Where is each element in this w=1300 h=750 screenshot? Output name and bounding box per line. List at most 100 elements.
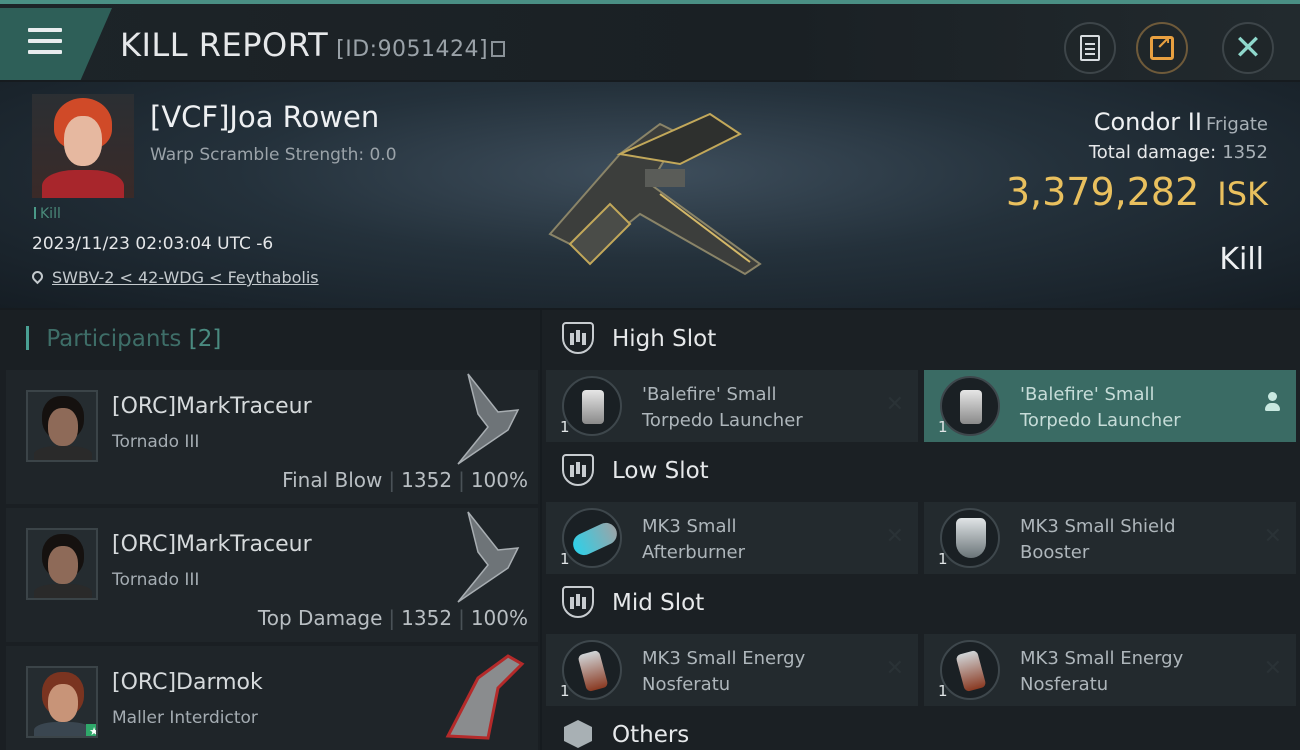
- avatar[interactable]: [26, 390, 98, 462]
- clipboard-button[interactable]: [1064, 22, 1116, 74]
- module-name-line2: Nosferatu: [642, 674, 731, 695]
- low-slot-title: Low Slot: [612, 458, 709, 484]
- module-slot[interactable]: 1 'Balefire' Small Torpedo Launcher ✕: [546, 370, 918, 442]
- module-name: MK3 Small Energy Nosferatu: [642, 646, 882, 698]
- avatar[interactable]: [26, 528, 98, 600]
- page-title: KILL REPORT [ID:9051424]: [120, 26, 506, 64]
- module-name-line1: MK3 Small: [642, 516, 737, 537]
- participants-count: [2]: [188, 326, 222, 352]
- destroyed-icon: ✕: [885, 656, 904, 681]
- module-slot-selected[interactable]: 1 'Balefire' Small Torpedo Launcher: [924, 370, 1296, 442]
- kill-location[interactable]: SWBV-2 < 42-WDG < Feythabolis: [29, 268, 319, 287]
- module-name: 'Balefire' Small Torpedo Launcher: [642, 382, 882, 434]
- clipboard-icon: [1080, 35, 1100, 61]
- module-name-line2: Torpedo Launcher: [642, 410, 803, 431]
- participant-stats: Top Damage | 1352 | 100%: [257, 606, 528, 630]
- share-button[interactable]: [1136, 22, 1188, 74]
- module-slot[interactable]: 1 MK3 Small Energy Nosferatu ✕: [924, 634, 1296, 706]
- victim-name[interactable]: [VCF]Joa Rowen: [150, 100, 379, 134]
- participant-stats: Final Blow | 1352 | 100%: [282, 468, 528, 492]
- module-name-line1: MK3 Small Energy: [642, 648, 806, 669]
- module-slot[interactable]: 1 MK3 Small Afterburner ✕: [546, 502, 918, 574]
- others-title: Others: [612, 722, 690, 748]
- destroyed-icon: ✕: [1263, 656, 1282, 681]
- mid-slot-title: Mid Slot: [612, 590, 705, 616]
- mid-slot-icon: [562, 586, 594, 618]
- kill-report-screen: KILL REPORT [ID:9051424] ✕ [VCF]Joa Rowen…: [0, 0, 1300, 750]
- torpedo-launcher-icon: [940, 376, 1000, 436]
- avatar[interactable]: ★: [26, 666, 98, 738]
- afterburner-icon: [562, 508, 622, 568]
- others-header: Others: [542, 706, 1300, 750]
- torpedo-launcher-icon: [562, 376, 622, 436]
- header-bar: KILL REPORT [ID:9051424] ✕: [0, 0, 1300, 80]
- destroyed-icon: ✕: [1263, 524, 1282, 549]
- location-pin-icon: [29, 268, 46, 285]
- nosferatu-icon: [562, 640, 622, 700]
- kill-datetime: 2023/11/23 02:03:04 UTC -6: [32, 234, 274, 254]
- person-icon: [1264, 392, 1280, 414]
- victim-portrait[interactable]: [32, 94, 134, 198]
- total-damage: Total damage: 1352: [1089, 142, 1268, 163]
- isk-unit: ISK: [1217, 175, 1268, 213]
- participant-ship: Maller Interdictor: [112, 708, 258, 728]
- module-quantity: 1: [938, 682, 948, 700]
- participants-header: Participants [2]: [26, 326, 221, 352]
- destroyed-icon: ✕: [885, 524, 904, 549]
- module-name-line2: Nosferatu: [1020, 674, 1109, 695]
- participant-percent: 100%: [470, 606, 528, 630]
- module-name: MK3 Small Afterburner: [642, 514, 882, 566]
- warp-scramble-strength: Warp Scramble Strength: 0.0: [150, 145, 397, 165]
- participant-ship-image: [457, 373, 520, 465]
- high-slot-title: High Slot: [612, 326, 717, 352]
- participant-percent: 100%: [470, 468, 528, 492]
- participant-name[interactable]: [ORC]MarkTraceur: [112, 532, 312, 557]
- total-damage-label: Total damage:: [1088, 142, 1217, 163]
- isk-value: 3,379,282 ISK: [1006, 170, 1268, 214]
- copy-icon[interactable]: [491, 41, 506, 57]
- module-name-line2: Torpedo Launcher: [1020, 410, 1181, 431]
- participant-damage: 1352: [401, 606, 453, 630]
- module-name-line2: Booster: [1020, 542, 1090, 563]
- fittings-panel: High Slot 1 'Balefire' Small Torpedo Laun…: [542, 310, 1300, 750]
- participant-row[interactable]: ★ [ORC]Darmok Maller Interdictor: [6, 646, 538, 750]
- module-name-line2: Afterburner: [642, 542, 746, 563]
- participant-name[interactable]: [ORC]Darmok: [112, 670, 263, 695]
- victim-ship-image: [548, 112, 762, 276]
- module-name-line1: MK3 Small Energy: [1020, 648, 1184, 669]
- module-name: MK3 Small Shield Booster: [1020, 514, 1260, 566]
- victim-ship-class: Frigate: [1205, 114, 1268, 135]
- location-text[interactable]: SWBV-2 < 42-WDG < Feythabolis: [52, 268, 319, 287]
- participant-role: Top Damage: [257, 606, 383, 630]
- close-button[interactable]: ✕: [1222, 22, 1274, 74]
- mid-slot-header: Mid Slot: [542, 574, 1300, 634]
- menu-button[interactable]: [0, 8, 112, 80]
- participant-row[interactable]: [ORC]MarkTraceur Tornado III Top Damage |…: [6, 508, 538, 642]
- hamburger-icon: [28, 28, 62, 61]
- module-name-line1: 'Balefire' Small: [1020, 384, 1155, 405]
- module-name: MK3 Small Energy Nosferatu: [1020, 646, 1260, 698]
- module-quantity: 1: [560, 418, 570, 436]
- victim-ship-name: Condor II: [1093, 108, 1202, 136]
- participant-ship-image: [457, 511, 520, 603]
- nosferatu-icon: [940, 640, 1000, 700]
- total-damage-value: 1352: [1222, 142, 1268, 163]
- victim-banner: [VCF]Joa Rowen Warp Scramble Strength: 0…: [0, 82, 1300, 308]
- participant-role: Final Blow: [282, 468, 383, 492]
- module-slot[interactable]: 1 MK3 Small Energy Nosferatu ✕: [546, 634, 918, 706]
- star-icon: ★: [86, 724, 96, 736]
- participant-damage: 1352: [401, 468, 453, 492]
- participant-name[interactable]: [ORC]MarkTraceur: [112, 394, 312, 419]
- high-slot-header: High Slot: [542, 310, 1300, 370]
- participants-label: Participants: [46, 326, 182, 352]
- low-slot-icon: [562, 454, 594, 486]
- module-quantity: 1: [560, 550, 570, 568]
- cube-icon: [564, 720, 592, 748]
- share-icon: [1150, 33, 1174, 60]
- module-slot[interactable]: 1 MK3 Small Shield Booster ✕: [924, 502, 1296, 574]
- high-slot-icon: [562, 322, 594, 354]
- kill-tag: Kill: [34, 206, 61, 222]
- participant-row[interactable]: [ORC]MarkTraceur Tornado III Final Blow |…: [6, 370, 538, 504]
- participants-panel: Participants [2] [ORC]MarkTraceur Tornad…: [0, 310, 540, 750]
- participant-ship: Tornado III: [112, 432, 200, 452]
